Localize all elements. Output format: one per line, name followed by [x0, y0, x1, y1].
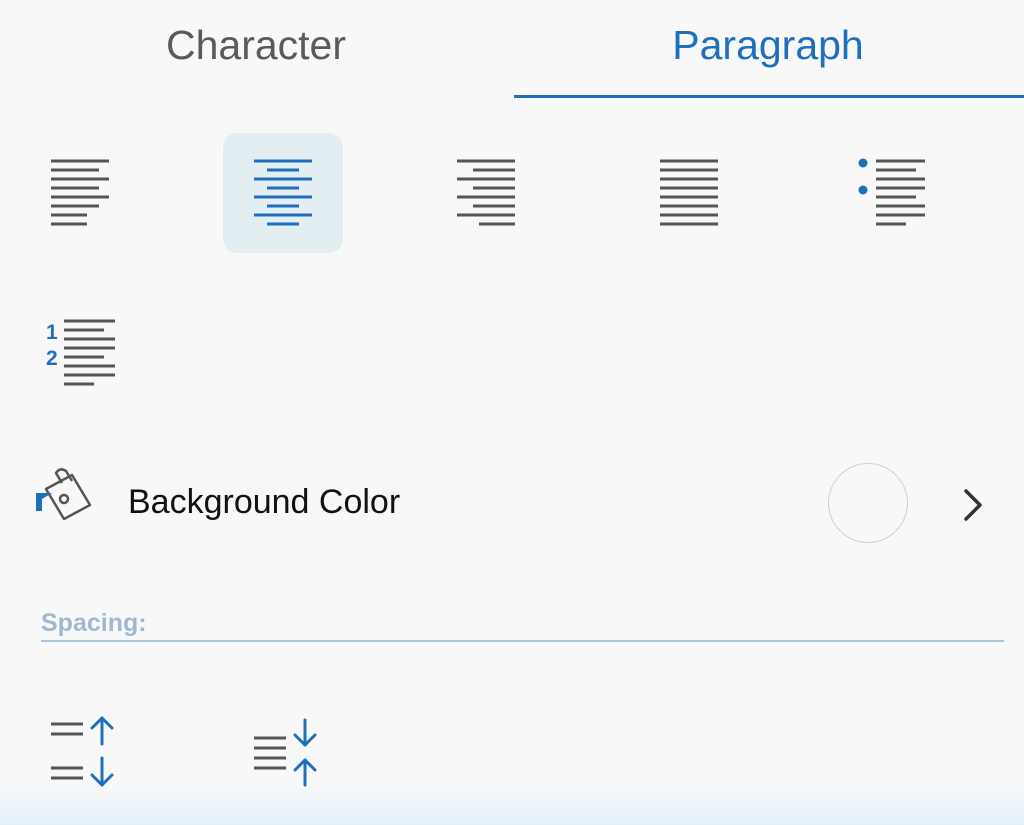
align-right-icon [457, 159, 515, 226]
svg-text:2: 2 [46, 347, 58, 370]
svg-text:1: 1 [46, 321, 58, 344]
bottom-scroll-fade [0, 785, 1024, 825]
spacing-section-label: Spacing: [41, 609, 147, 637]
chevron-right-icon[interactable] [958, 485, 988, 525]
bulleted-list-icon [858, 158, 925, 226]
align-left-icon [51, 159, 109, 226]
paint-bucket-icon [36, 468, 92, 521]
spacing-divider [41, 640, 1004, 642]
align-right-button[interactable] [426, 133, 546, 253]
background-color-swatch[interactable] [828, 463, 908, 543]
tab-paragraph[interactable]: Paragraph [512, 0, 1024, 100]
align-center-icon [254, 159, 312, 226]
tab-character[interactable]: Character [0, 0, 512, 100]
numbered-list-button[interactable]: 1 2 [20, 295, 140, 415]
active-tab-indicator [514, 95, 1024, 98]
align-center-button[interactable] [223, 133, 343, 253]
bulleted-list-button[interactable] [832, 133, 952, 253]
background-color-row[interactable]: Background Color [0, 455, 1024, 555]
align-left-button[interactable] [20, 133, 140, 253]
numbered-list-icon: 1 2 [46, 319, 115, 386]
background-color-label: Background Color [128, 483, 401, 521]
justify-button[interactable] [629, 133, 749, 253]
tab-bar: Character Paragraph [0, 0, 1024, 100]
justify-icon [660, 159, 718, 226]
